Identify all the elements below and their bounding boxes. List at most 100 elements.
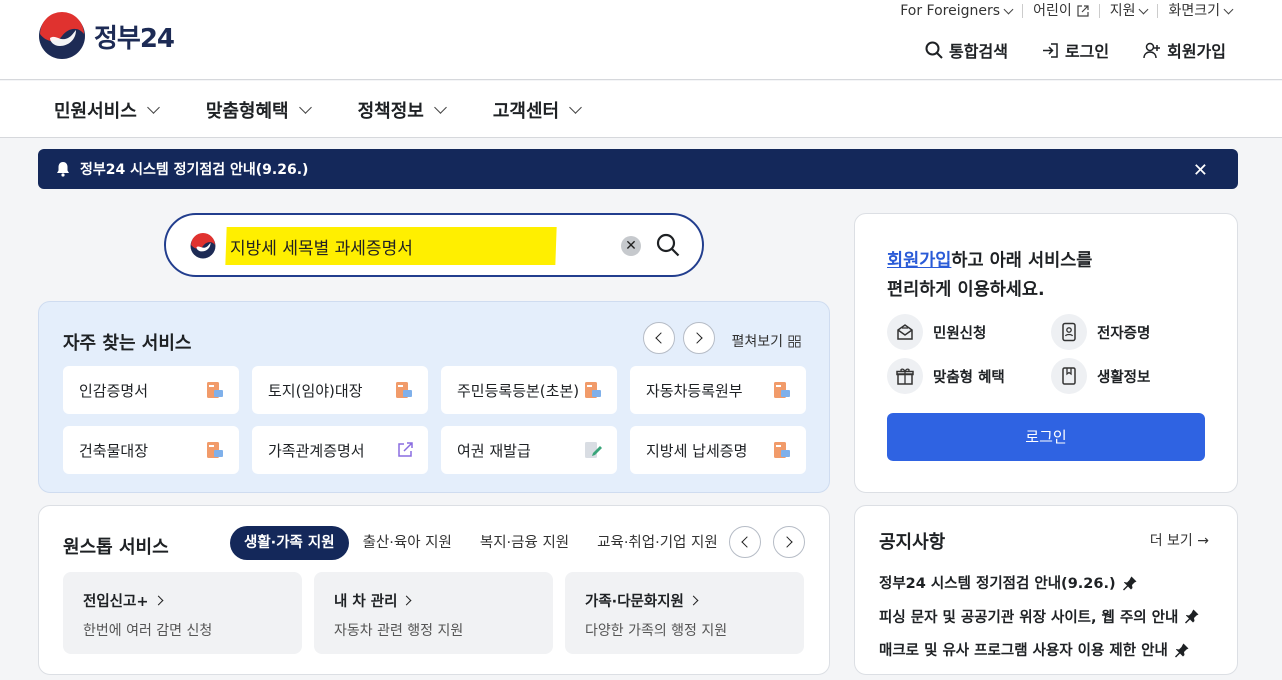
notices-more-link[interactable]: 더 보기 → [1150,530,1209,550]
service-custom-benefit[interactable]: 맞춤형 혜택 [887,358,1051,394]
close-icon[interactable]: ✕ [1193,160,1208,181]
kids-label: 어린이 [1033,3,1072,19]
onestop-card[interactable]: 내 차 관리 자동차 관련 행정 지원 [314,572,553,654]
service-e-certificate[interactable]: 전자증명 [1051,314,1211,350]
for-foreigners-menu[interactable]: For Foreigners [890,3,1024,19]
chevron-right-icon [688,595,699,606]
onestop-card[interactable]: 가족·다문화지원 다양한 가족의 행정 지원 [565,572,804,654]
document-icon [585,382,601,398]
chevron-down-icon [298,101,312,114]
nav-custom-benefits[interactable]: 맞춤형혜택 [205,97,312,123]
utility-menu: For Foreigners 어린이 지원 화면크기 [890,3,1234,19]
nav-civil-services[interactable]: 민원서비스 [54,97,160,123]
onestop-services-panel: 원스톱 서비스 생활·가족 지원 출산·육아 지원 복지·금융 지원 교육·취업… [38,505,830,675]
signup-label: 회원가입 [1167,42,1226,61]
login-link[interactable]: 로그인 [1042,38,1109,62]
next-button[interactable] [683,322,715,354]
card-description: 자동차 관련 행정 지원 [334,623,464,639]
signup-link[interactable]: 회원가입 [887,251,951,271]
site-logo[interactable]: 정부24 [38,12,175,60]
search-box[interactable]: 지방세 세목별 과세증명서 ✕ [164,213,704,277]
notice-item[interactable]: 피싱 문자 및 공공기관 위장 사이트, 웹 주의 안내 [879,600,1200,634]
system-notice-banner[interactable]: 정부24 시스템 정기점검 안내(9.26.) ✕ [38,149,1238,189]
card-title: 가족·다문화지원 [585,590,784,611]
expand-all-button[interactable]: 펼쳐보기 [731,331,801,351]
service-card[interactable]: 인감증명서 [63,366,239,414]
service-card[interactable]: 자동차등록원부 [630,366,806,414]
service-card[interactable]: 건축물대장 [63,426,239,474]
screen-size-label: 화면크기 [1168,3,1220,19]
add-user-icon [1143,42,1161,58]
service-card[interactable]: 주민등록등본(초본) [441,366,617,414]
login-message-line2: 편리하게 이용하세요. [887,280,1045,300]
service-label: 건축물대장 [79,441,149,460]
integrated-search-button[interactable]: 통합검색 [925,38,1008,62]
for-foreigners-label: For Foreigners [900,3,1001,19]
notice-item[interactable]: 매크로 및 유사 프로그램 사용자 이용 제한 안내 [879,633,1200,667]
prev-button[interactable] [729,526,761,558]
tab-education-employment[interactable]: 교육·취업·기업 지원 [583,526,732,560]
login-message-line1: 하고 아래 서비스를 [951,251,1093,271]
service-card[interactable]: 지방세 납세증명 [630,426,806,474]
frequent-services-title: 자주 찾는 서비스 [63,333,192,354]
pin-icon [1174,643,1189,658]
nav-label: 맞춤형혜택 [205,100,289,122]
nav-policy-info[interactable]: 정책정보 [357,97,447,123]
tab-birth-childcare[interactable]: 출산·육아 지원 [349,526,466,560]
login-panel: 회원가입하고 아래 서비스를 편리하게 이용하세요. 민원신청 전자증명 맞춤형… [854,213,1238,493]
site-header: 정부24 For Foreigners 어린이 지원 화면크기 통합검색 로그인… [0,0,1282,80]
service-label: 생활정보 [1097,369,1151,386]
mail-document-icon [887,314,923,350]
chevron-down-icon [1139,4,1149,14]
tab-welfare-finance[interactable]: 복지·금융 지원 [466,526,583,560]
service-label: 자동차등록원부 [646,381,743,400]
integrated-search-label: 통합검색 [949,42,1008,61]
chevron-down-icon [1003,4,1014,14]
prev-button[interactable] [643,322,675,354]
support-menu[interactable]: 지원 [1100,4,1159,18]
service-label: 여권 재발급 [457,441,531,460]
service-civil-application[interactable]: 민원신청 [887,314,1051,350]
header-actions: 통합검색 로그인 회원가입 [925,38,1226,62]
login-button[interactable]: 로그인 [887,413,1205,461]
service-label: 전자증명 [1097,325,1151,342]
notice-title: 매크로 및 유사 프로그램 사용자 이용 제한 안내 [879,643,1168,660]
service-card[interactable]: 여권 재발급 [441,426,617,474]
onestop-card[interactable]: 전입신고+ 한번에 여러 감면 신청 [63,572,302,654]
chevron-down-icon [434,101,447,114]
card-description: 다양한 가족의 행정 지원 [585,623,728,639]
search-icon [925,41,943,59]
notices-list: 정부24 시스템 정기점검 안내(9.26.) 피싱 문자 및 공공기관 위장 … [879,566,1200,667]
service-label: 가족관계증명서 [268,441,365,460]
external-link-icon [398,442,413,457]
nav-customer-center[interactable]: 고객센터 [492,97,582,123]
document-icon [207,382,223,398]
id-card-icon [1051,314,1087,350]
search-input[interactable]: 지방세 세목별 과세증명서 [230,234,413,259]
nav-label: 정책정보 [357,100,424,122]
login-label: 로그인 [1064,42,1110,61]
service-life-info[interactable]: 생활정보 [1051,358,1211,394]
service-card[interactable]: 토지(임야)대장 [252,366,428,414]
kids-link[interactable]: 어린이 [1023,4,1100,18]
next-button[interactable] [773,526,805,558]
clear-search-icon[interactable]: ✕ [621,236,641,256]
chevron-left-icon [655,332,667,344]
login-icon [1042,42,1058,58]
card-title-text: 가족·다문화지원 [585,594,684,610]
main-navigation: 민원서비스 맞춤형혜택 정책정보 고객센터 [0,81,1282,138]
tab-life-family[interactable]: 생활·가족 지원 [230,526,349,560]
nav-label: 고객센터 [492,100,560,122]
signup-link[interactable]: 회원가입 [1143,38,1226,62]
screen-size-menu[interactable]: 화면크기 [1158,3,1234,19]
chevron-right-icon [402,595,412,606]
card-title: 전입신고+ [83,590,282,611]
notice-item[interactable]: 정부24 시스템 정기점검 안내(9.26.) [879,566,1200,600]
chevron-down-icon [146,101,160,114]
search-icon[interactable] [656,233,680,257]
service-label: 민원신청 [933,325,987,342]
login-services-grid: 민원신청 전자증명 맞춤형 혜택 생활정보 [887,314,1211,394]
notice-title: 정부24 시스템 정기점검 안내(9.26.) [879,576,1116,593]
service-card[interactable]: 가족관계증명서 [252,426,428,474]
service-label: 주민등록등본(초본) [457,381,580,400]
